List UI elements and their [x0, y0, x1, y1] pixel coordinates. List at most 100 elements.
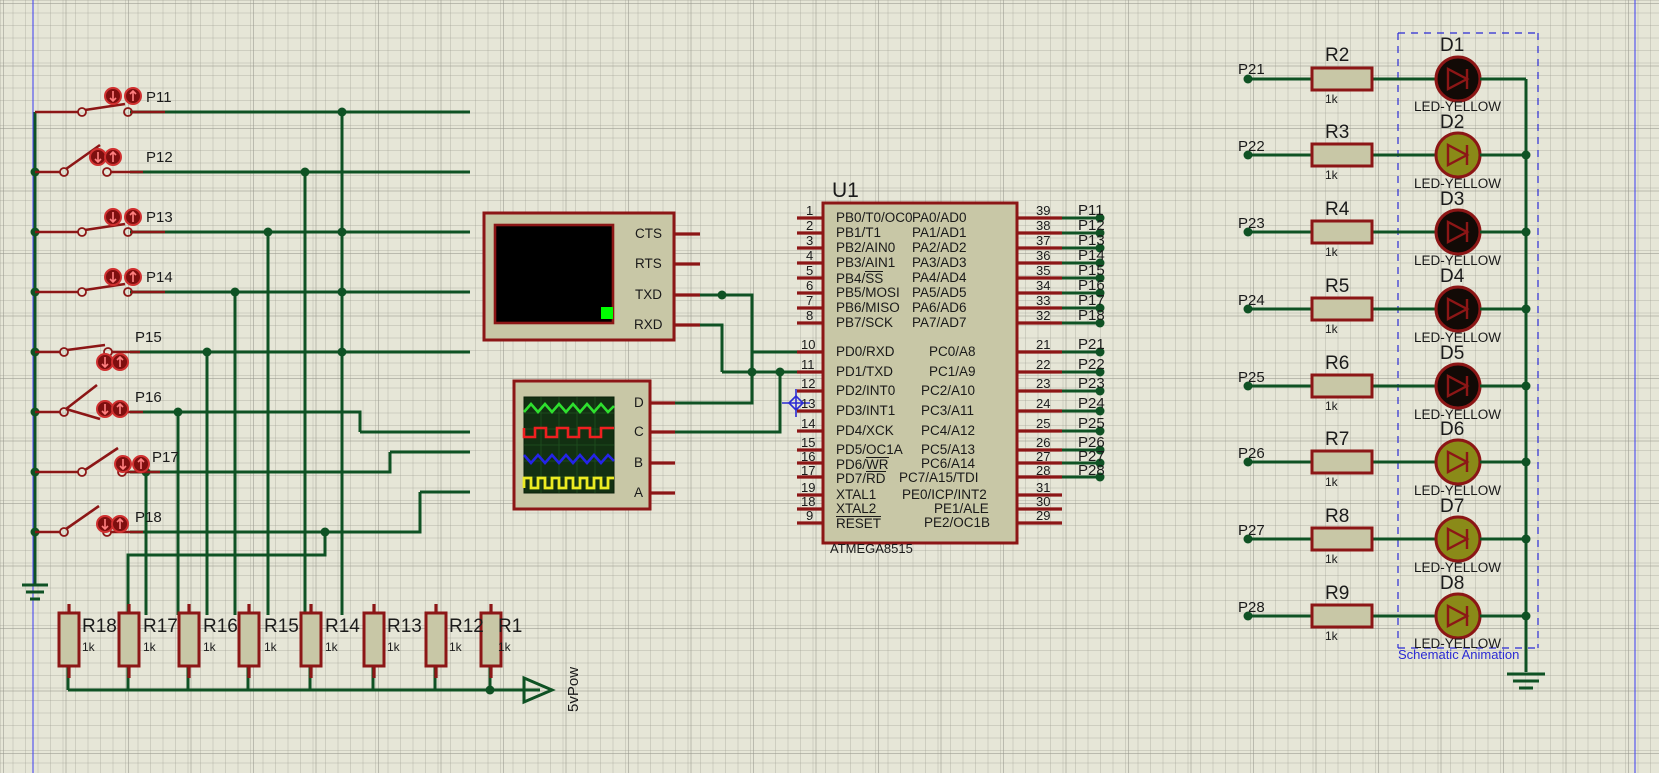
resistor-refdes: R4 — [1325, 199, 1350, 220]
pin-number: 29 — [1036, 508, 1051, 523]
net-label: P12 — [1078, 217, 1105, 234]
resistor-refdes: R13 — [387, 616, 422, 637]
net-label: P21 — [1238, 61, 1265, 78]
net-label-p17: P17 — [152, 449, 179, 466]
pin-number: 23 — [1036, 376, 1051, 391]
pin-name: PE2/OC1B — [924, 515, 991, 530]
pin-name: PA0/AD0 — [912, 210, 967, 225]
net-label: P27 — [1238, 522, 1265, 539]
pin-name: PC2/A10 — [921, 383, 976, 398]
net-label-p11: P11 — [146, 89, 172, 106]
pin-name: PD4/XCK — [836, 423, 894, 438]
pin-number: 21 — [1036, 337, 1051, 352]
net-label: P13 — [1078, 232, 1105, 249]
resistor-refdes: R14 — [325, 616, 360, 637]
resistor-value: 1k — [1325, 399, 1338, 413]
power-terminal-label: 5vPow — [565, 666, 582, 712]
led-refdes: D6 — [1440, 419, 1465, 440]
resistor-refdes: R12 — [449, 616, 484, 637]
pin-number: 4 — [806, 248, 814, 263]
pin-number: 14 — [801, 416, 816, 431]
net-label: P24 — [1238, 292, 1265, 309]
pin-number: 31 — [1036, 480, 1051, 495]
led-series-resistors — [1310, 66, 1374, 629]
led-refdes: D3 — [1440, 189, 1465, 210]
mcu-refdes: U1 — [832, 179, 859, 202]
resistor-refdes: R5 — [1325, 276, 1350, 297]
pin-number: 25 — [1036, 416, 1051, 431]
resistor-refdes: R7 — [1325, 429, 1350, 450]
pin-number: 2 — [806, 218, 814, 233]
pin-name: PD2/INT0 — [836, 383, 896, 398]
pin-name: PC6/A14 — [921, 456, 976, 471]
pin-name: PD0/RXD — [836, 344, 895, 359]
pin-name: PB2/AIN0 — [836, 240, 896, 255]
pin-number: 17 — [801, 463, 816, 478]
net-label: P14 — [1078, 247, 1105, 264]
pin-number: 37 — [1036, 233, 1051, 248]
resistor-value: 1k — [498, 640, 511, 654]
pin-number: 32 — [1036, 308, 1051, 323]
pin-number: 33 — [1036, 293, 1051, 308]
resistor-value: 1k — [449, 640, 462, 654]
resistor-value: 1k — [143, 640, 156, 654]
pin-number: 30 — [1036, 494, 1051, 509]
pin-number: 7 — [806, 293, 814, 308]
resistor-refdes: R15 — [264, 616, 299, 637]
pin-name: PA6/AD6 — [912, 300, 967, 315]
net-label: P21 — [1078, 336, 1105, 353]
pin-name: PA3/AD3 — [912, 255, 967, 270]
pin-name: PA7/AD7 — [912, 315, 967, 330]
pin-name-pb4-ss: PB4/SS — [836, 271, 884, 286]
net-label-p15: P15 — [135, 329, 162, 346]
pin-name: XTAL1 — [836, 487, 877, 502]
pin-number: 27 — [1036, 449, 1051, 464]
pin-number: 34 — [1036, 278, 1051, 293]
pin-number: 35 — [1036, 263, 1051, 278]
pin-name: PE1/ALE — [934, 501, 989, 516]
pin-number: 1 — [806, 203, 814, 218]
net-label: P23 — [1078, 375, 1105, 392]
terminal-cursor — [601, 307, 613, 319]
resistor-value: 1k — [387, 640, 400, 654]
terminal-pin-cts: CTS — [635, 226, 662, 241]
pin-number: 13 — [801, 396, 816, 411]
pin-name: PA4/AD4 — [912, 270, 967, 285]
resistor-refdes: R3 — [1325, 122, 1350, 143]
net-label-p12: P12 — [146, 149, 173, 166]
pin-number: 15 — [801, 435, 816, 450]
resistor-refdes: R6 — [1325, 353, 1350, 374]
resistor-value: 1k — [1325, 552, 1338, 566]
pin-number: 18 — [801, 494, 816, 509]
net-label: P22 — [1078, 356, 1105, 373]
net-label: P28 — [1078, 462, 1105, 479]
pin-number: 10 — [801, 337, 816, 352]
terminal-pin-rxd: RXD — [634, 317, 663, 332]
net-label-p13: P13 — [146, 209, 173, 226]
pin-name: PC3/A11 — [921, 403, 975, 418]
net-label: P28 — [1238, 599, 1265, 616]
resistor-value: 1k — [82, 640, 95, 654]
pin-number: 19 — [801, 480, 816, 495]
pin-number: 39 — [1036, 203, 1051, 218]
resistor-value: 1k — [1325, 168, 1338, 182]
led-refdes: D4 — [1440, 266, 1465, 287]
net-label-p16: P16 — [135, 389, 162, 406]
net-label: P16 — [1078, 277, 1105, 294]
pin-name: PC4/A12 — [921, 423, 976, 438]
schematic-canvas[interactable]: .w{stroke:#0f5224;stroke-width:3;fill:no… — [0, 0, 1659, 773]
pin-name: PD3/INT1 — [836, 403, 896, 418]
pin-name: PC0/A8 — [929, 344, 976, 359]
resistor-refdes: R17 — [143, 616, 178, 637]
scope-channel-b: B — [634, 455, 644, 470]
net-label: P18 — [1078, 307, 1105, 324]
resistor-value: 1k — [1325, 629, 1338, 643]
pin-name: PA1/AD1 — [912, 225, 967, 240]
pin-name: PB1/T1 — [836, 225, 882, 240]
mcu-part-name: ATMEGA8515 — [830, 541, 913, 556]
pin-name-pd6-wr: PD6/WR — [836, 457, 889, 472]
pin-name: PD1/TXD — [836, 364, 894, 379]
pin-number: 24 — [1036, 396, 1051, 411]
net-label-p14: P14 — [146, 269, 173, 286]
resistor-value: 1k — [264, 640, 277, 654]
